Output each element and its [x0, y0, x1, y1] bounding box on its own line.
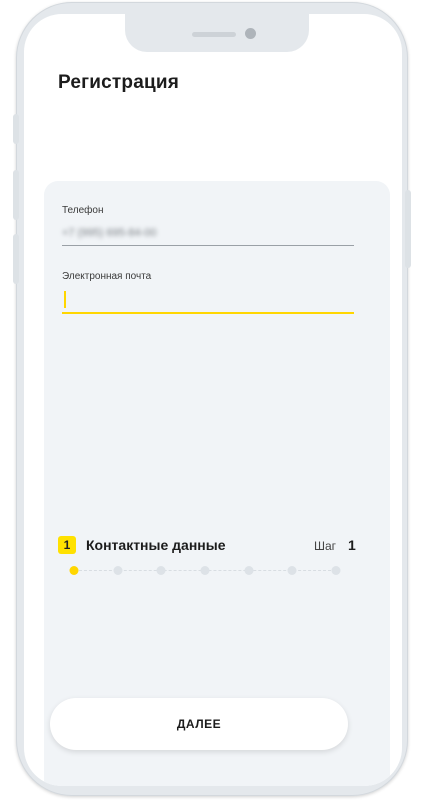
text-cursor [64, 291, 66, 308]
step-title: Контактные данные [86, 537, 226, 553]
page-title: Регистрация [58, 72, 180, 93]
next-button[interactable]: ДАЛЕЕ [50, 698, 348, 750]
front-camera [245, 28, 256, 39]
email-label: Электронная почта [62, 271, 152, 282]
progress-dot [156, 566, 166, 575]
power-button [405, 190, 411, 268]
phone-screen: Регистрация Телефон +7 (995) 695-84-00 Э… [24, 14, 402, 786]
progress-dot [287, 566, 297, 575]
progress-dot-active [69, 566, 79, 575]
step-progress [69, 564, 341, 578]
email-field[interactable] [62, 286, 354, 312]
step-number: 1 [348, 537, 356, 553]
progress-dot [200, 566, 210, 575]
email-underline [62, 312, 354, 314]
notch [125, 14, 309, 52]
volume-down-button [13, 234, 19, 284]
progress-dot [244, 566, 254, 575]
mute-switch [13, 114, 19, 144]
phone-label: Телефон [62, 205, 104, 216]
phone-underline [62, 245, 354, 246]
speaker-grille [192, 32, 236, 37]
phone-field[interactable]: +7 (995) 695-84-00 [62, 227, 156, 239]
volume-up-button [13, 170, 19, 220]
step-label: Шаг [314, 539, 337, 553]
progress-dot [331, 566, 341, 575]
step-badge: 1 [58, 536, 76, 554]
progress-dot [113, 566, 123, 575]
